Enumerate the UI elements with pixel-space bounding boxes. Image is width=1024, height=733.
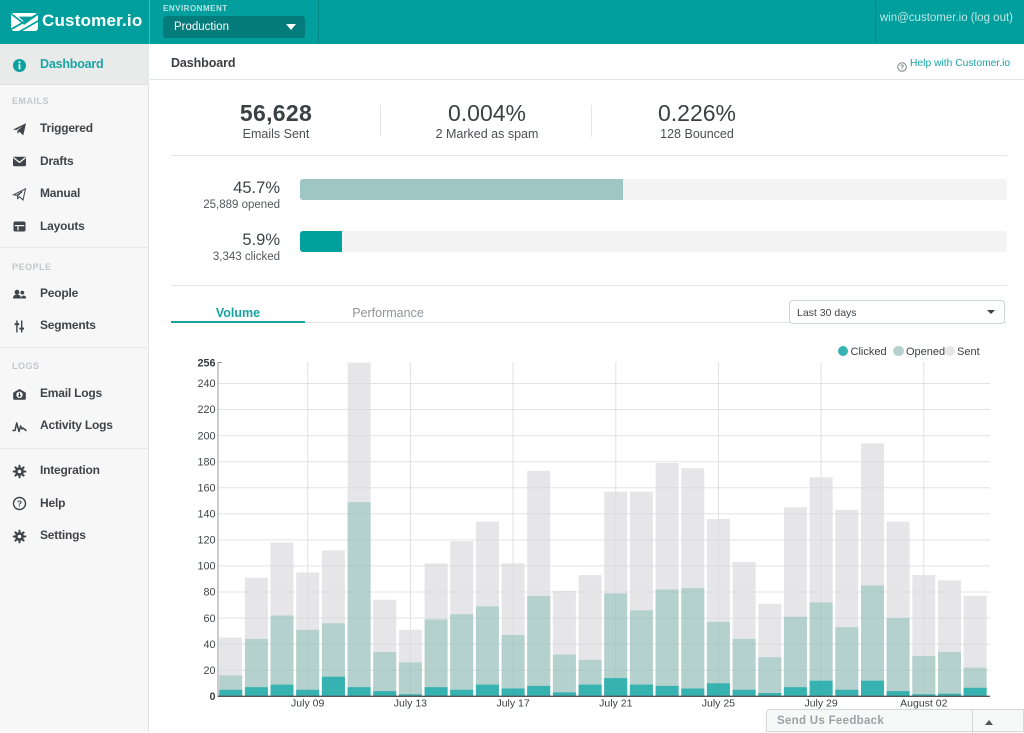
svg-text:July 21: July 21 bbox=[599, 698, 632, 710]
svg-text:60: 60 bbox=[203, 613, 215, 625]
svg-text:?: ? bbox=[17, 499, 22, 509]
svg-text:256: 256 bbox=[197, 357, 215, 369]
svg-text:220: 220 bbox=[197, 404, 215, 416]
svg-text:July 29: July 29 bbox=[804, 698, 837, 710]
svg-text:100: 100 bbox=[197, 561, 215, 573]
svg-text:July 25: July 25 bbox=[702, 698, 735, 710]
svg-text:200: 200 bbox=[197, 430, 215, 442]
svg-text:July 17: July 17 bbox=[496, 698, 529, 710]
svg-text:240: 240 bbox=[197, 378, 215, 390]
svg-text:80: 80 bbox=[203, 587, 215, 599]
svg-text:July 09: July 09 bbox=[291, 698, 324, 710]
svg-text:July 13: July 13 bbox=[394, 698, 427, 710]
svg-text:140: 140 bbox=[197, 509, 215, 521]
svg-text:0: 0 bbox=[209, 691, 215, 703]
svg-text:120: 120 bbox=[197, 535, 215, 547]
svg-text:40: 40 bbox=[203, 639, 215, 651]
svg-text:160: 160 bbox=[197, 482, 215, 494]
svg-text:180: 180 bbox=[197, 456, 215, 468]
svg-text:20: 20 bbox=[203, 665, 215, 677]
svg-text:August 02: August 02 bbox=[900, 698, 947, 710]
